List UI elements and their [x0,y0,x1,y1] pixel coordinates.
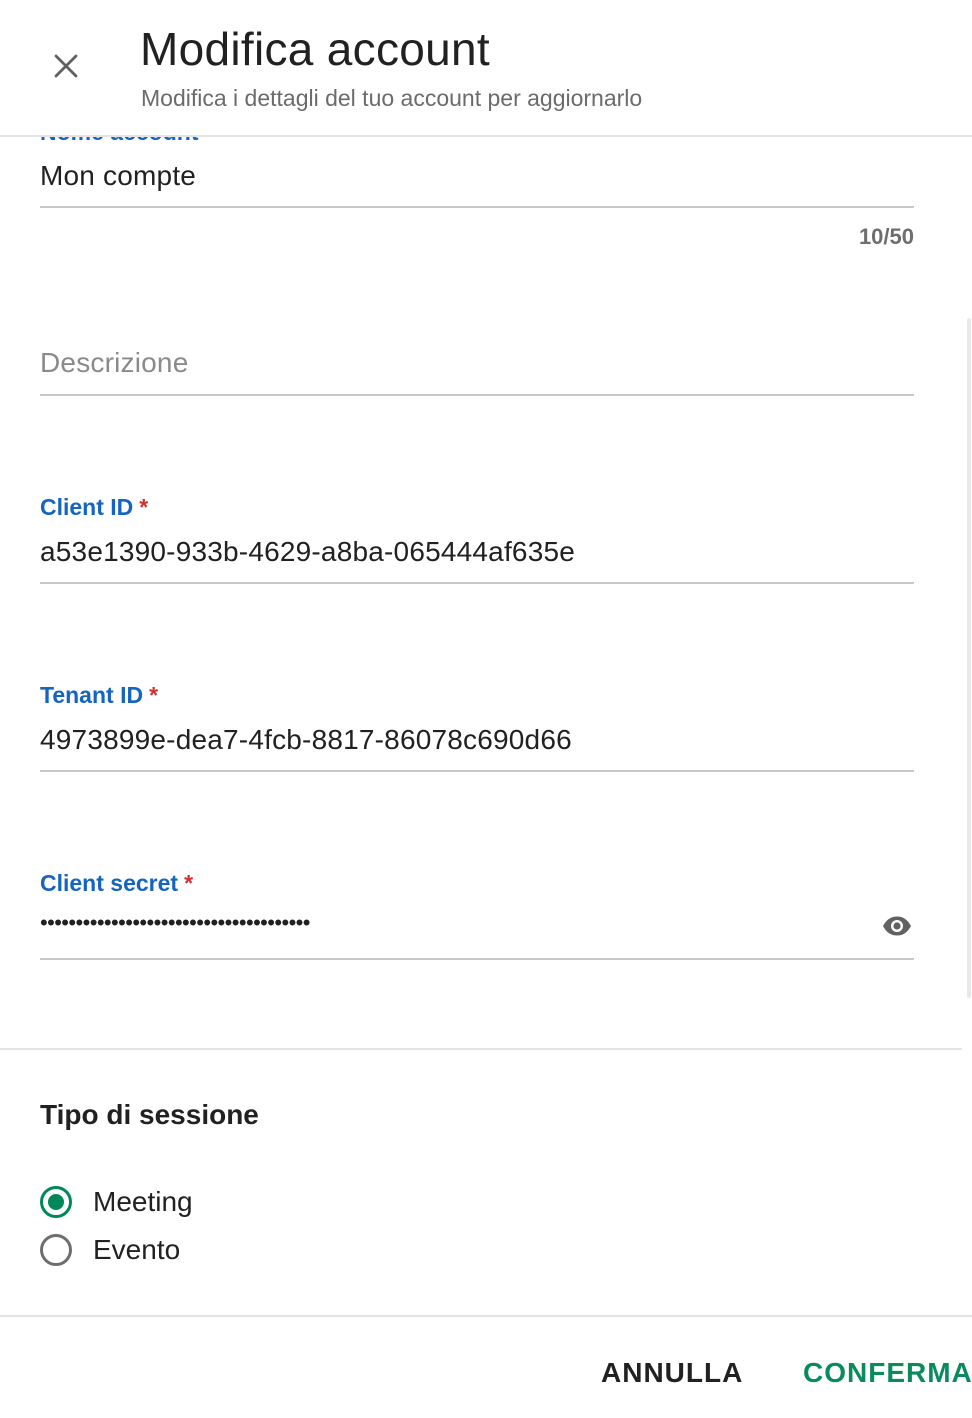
close-icon [54,54,78,78]
show-password-toggle[interactable] [880,911,914,941]
section-divider [0,1048,962,1050]
radio-option-evento[interactable]: Evento [40,1230,180,1270]
cancel-button[interactable]: ANNULLA [601,1357,743,1389]
description-underline [40,394,914,396]
client-secret-underline [40,958,914,960]
dialog-footer: ANNULLA CONFERMA [0,1315,972,1418]
session-type-title: Tipo di sessione [40,1099,259,1130]
confirm-button[interactable]: CONFERMA [803,1357,972,1389]
description-input[interactable]: Descrizione [40,347,188,379]
radio-option-meeting[interactable]: Meeting [40,1182,193,1222]
client-secret-field[interactable]: Client secret * •••••••••••••••••••••••••… [40,866,914,961]
edit-account-dialog: Modifica account Modifica i dettagli del… [0,0,972,1418]
account-name-field[interactable]: Nome account Mon compte 10/50 [40,137,914,249]
account-name-underline [40,206,914,208]
dialog-subtitle: Modifica i dettagli del tuo account per … [141,85,643,111]
close-button[interactable] [44,44,88,88]
account-name-input[interactable]: Mon compte [40,160,196,192]
description-field[interactable]: Descrizione [40,337,914,397]
client-id-underline [40,582,914,584]
tenant-id-label: Tenant ID * [40,682,159,708]
client-id-input[interactable]: a53e1390-933b-4629-a8ba-065444af635e [40,536,575,568]
client-secret-label: Client secret * [40,870,194,896]
client-id-field[interactable]: Client ID * a53e1390-933b-4629-a8ba-06544… [40,490,914,585]
radio-unchecked-icon[interactable] [40,1234,72,1266]
account-name-label: Nome account [40,137,198,146]
tenant-id-input[interactable]: 4973899e-dea7-4fcb-8817-86078c690d66 [40,724,572,756]
scrollbar-thumb[interactable] [967,318,971,998]
radio-checked-icon[interactable] [40,1186,72,1218]
dialog-title: Modifica account [140,23,490,75]
radio-label-meeting: Meeting [93,1186,193,1217]
tenant-id-underline [40,770,914,772]
required-mark: * [184,870,194,896]
radio-label-evento: Evento [93,1234,181,1265]
eye-icon [883,916,911,936]
tenant-id-field[interactable]: Tenant ID * 4973899e-dea7-4fcb-8817-86078… [40,678,914,773]
required-mark: * [139,494,149,520]
client-id-label: Client ID * [40,494,149,520]
form-scroll-area[interactable]: Nome account Mon compte 10/50 Descrizion… [0,137,962,1315]
client-secret-input[interactable]: •••••••••••••••••••••••••••••••••••••• [40,910,310,936]
char-counter: 10/50 [858,224,914,249]
required-mark: * [149,682,159,708]
dialog-header: Modifica account Modifica i dettagli del… [0,0,972,137]
